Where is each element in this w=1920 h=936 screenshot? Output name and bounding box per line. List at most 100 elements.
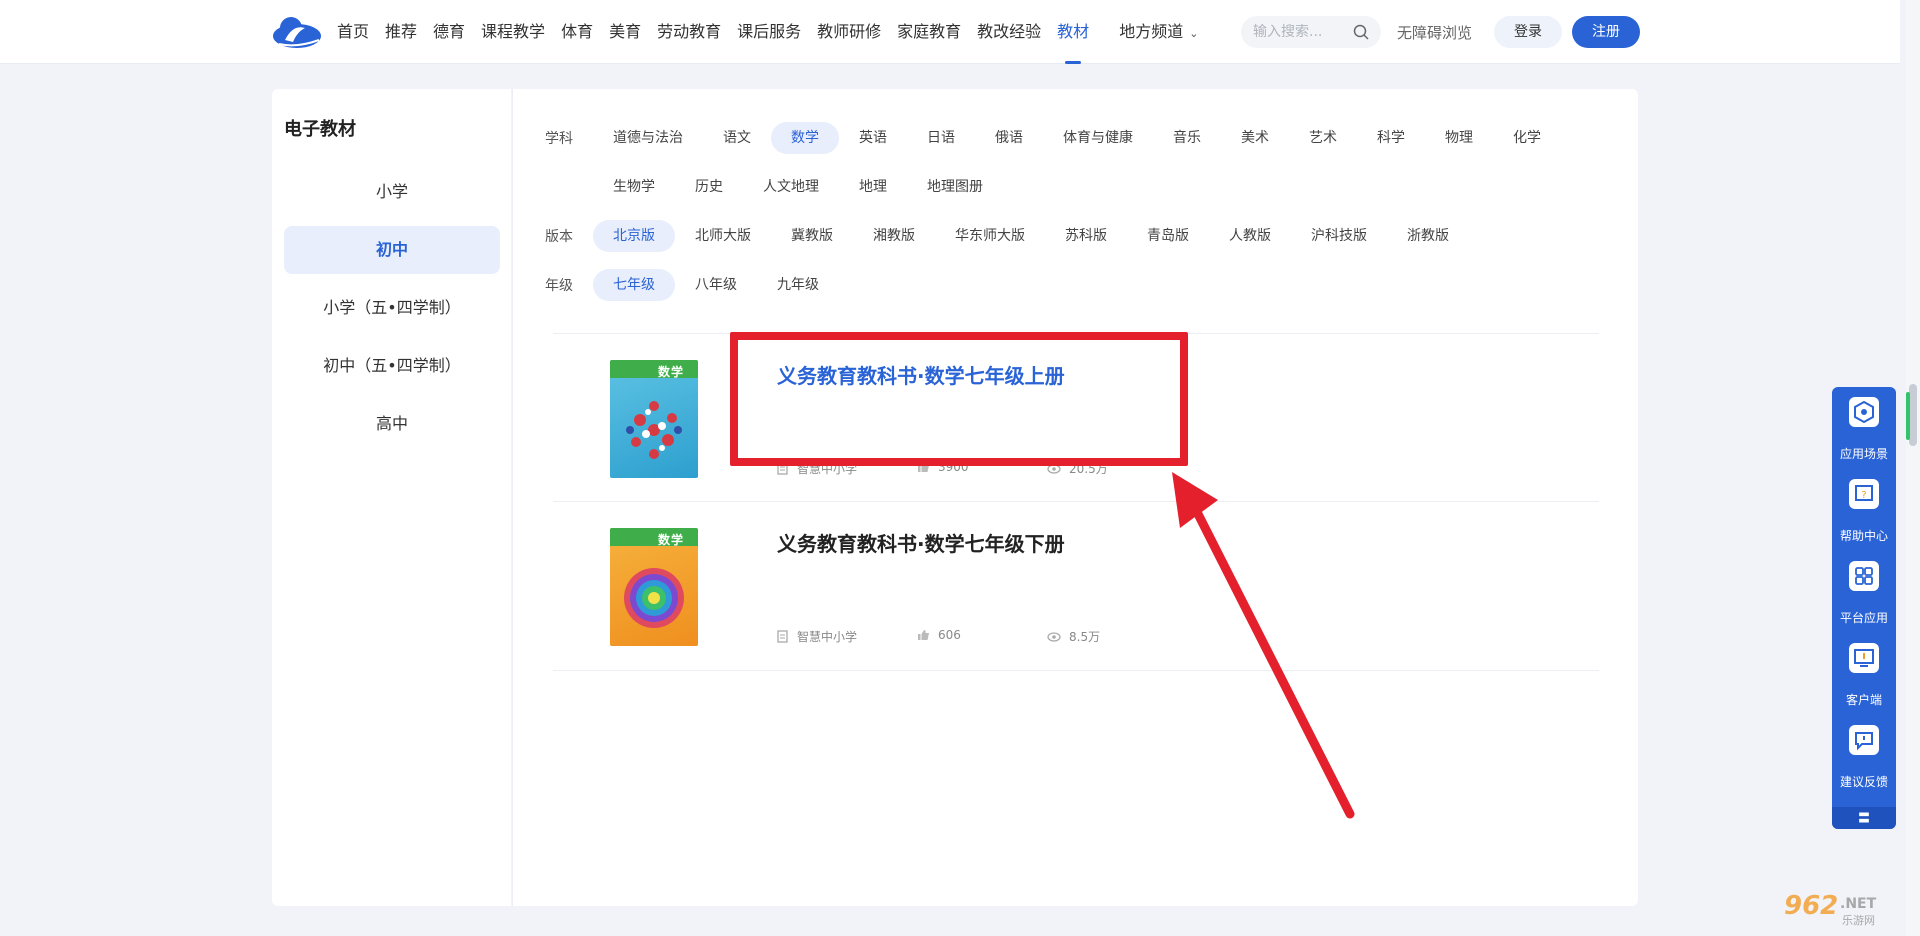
subject-filter-row: 学科 道德与法治 语文 数学 英语 日语 俄语 体育与健康 音乐 美术 艺术 科… [545,122,1561,154]
nav-item-sports[interactable]: 体育 [561,0,593,64]
tool-app-scenes[interactable]: 应用场景 [1832,387,1896,469]
edition-chip[interactable]: 冀教版 [771,220,853,252]
textbook-cover-image[interactable]: 数学 [610,360,698,478]
floating-tools-panel: 应用场景 ? 帮助中心 平台应用 客户端 建议反馈 〓 [1832,387,1896,829]
tool-feedback[interactable]: 建议反馈 [1832,715,1896,797]
views-count: 20.5万 [1069,462,1108,476]
nav-item-moral[interactable]: 德育 [433,0,465,64]
publisher-text: 智慧中小学 [797,630,858,644]
nav-item-local-channel[interactable]: 地方频道 ⌄ [1119,0,1198,64]
list-divider [553,670,1599,671]
tools-collapse-button[interactable]: 〓 [1832,807,1896,829]
nav-item-labor[interactable]: 劳动教育 [657,0,721,64]
sidebar-item-junior[interactable]: 初中 [284,226,500,274]
nav-item-reform[interactable]: 教改经验 [977,0,1041,64]
help-icon: ? [1849,479,1879,509]
cover-title: 数学 [658,533,685,547]
svg-text:?: ? [1861,490,1866,501]
nav-item-course[interactable]: 课程教学 [481,0,545,64]
subject-filter-label: 学科 [545,131,573,147]
subject-chip[interactable]: 体育与健康 [1043,122,1153,154]
thumbs-up-icon [918,630,929,640]
sidebar-title: 电子教材 [284,119,356,140]
grade-chip[interactable]: 八年级 [675,269,757,301]
edition-chip[interactable]: 北师大版 [675,220,771,252]
sidebar-item-senior[interactable]: 高中 [284,400,500,448]
subject-chip[interactable]: 美术 [1221,122,1289,154]
tool-client[interactable]: 客户端 [1832,633,1896,715]
edition-chip[interactable]: 华东师大版 [935,220,1045,252]
publisher-meta: 智慧中小学 [777,628,857,645]
edition-chip[interactable]: 青岛版 [1127,220,1209,252]
grade-chip-selected[interactable]: 七年级 [593,269,675,301]
textbook-title-link[interactable]: 义务教育教科书·数学七年级上册 [777,360,1065,389]
nav-item-family[interactable]: 家庭教育 [897,0,961,64]
nav-item-arts[interactable]: 美育 [609,0,641,64]
register-button[interactable]: 注册 [1572,16,1640,48]
textbook-cover-image[interactable]: 数学 [610,528,698,646]
tool-label: 建议反馈 [1839,775,1888,789]
svg-text:乐游网: 乐游网 [1842,914,1875,927]
subject-chip[interactable]: 科学 [1357,122,1425,154]
scene-icon [1849,397,1879,427]
subject-chip[interactable]: 音乐 [1153,122,1221,154]
subject-chip[interactable]: 日语 [907,122,975,154]
grade-filter-row: 年级 七年级 八年级 九年级 [545,269,839,301]
nav-item-afterschool[interactable]: 课后服务 [737,0,801,64]
tool-help-center[interactable]: ? 帮助中心 [1832,469,1896,551]
cover-band [610,528,698,546]
sidebar: 电子教材 小学 初中 小学（五•四学制） 初中（五•四学制） 高中 [272,89,511,906]
site-logo-icon[interactable] [271,14,323,50]
subject-chip-selected[interactable]: 数学 [771,122,839,154]
document-icon [777,462,788,475]
accessible-browse-link[interactable]: 无障碍浏览 [1397,22,1472,43]
subject-chip[interactable]: 生物学 [593,171,675,203]
subject-chip[interactable]: 道德与法治 [593,122,703,154]
sidebar-item-primary[interactable]: 小学 [284,168,500,216]
views-meta: 20.5万 [1047,460,1108,477]
subject-chip[interactable]: 俄语 [975,122,1043,154]
subject-filter-row-2: 生物学 历史 人文地理 地理 地理图册 [545,171,1003,203]
edition-chip[interactable]: 沪科技版 [1291,220,1387,252]
nav-item-textbooks[interactable]: 教材 [1057,0,1089,64]
subject-chip[interactable]: 语文 [703,122,771,154]
edition-chip[interactable]: 浙教版 [1387,220,1469,252]
tool-label: 帮助中心 [1839,529,1888,543]
textbook-title-link[interactable]: 义务教育教科书·数学七年级下册 [777,528,1065,557]
subject-chip[interactable]: 地理 [839,171,907,203]
apps-icon [1849,561,1879,591]
sidebar-item-junior-54[interactable]: 初中（五•四学制） [284,342,500,390]
scrollbar-thumb[interactable] [1909,384,1917,446]
subject-chip[interactable]: 历史 [675,171,743,203]
search-input[interactable] [1253,16,1353,48]
search-icon[interactable] [1353,24,1369,40]
sidebar-item-primary-54[interactable]: 小学（五•四学制） [284,284,500,332]
login-button[interactable]: 登录 [1494,16,1562,48]
thumbs-up-icon [918,462,929,472]
subject-chip[interactable]: 物理 [1425,122,1493,154]
grade-filter-label: 年级 [545,278,573,294]
subject-chip[interactable]: 艺术 [1289,122,1357,154]
textbook-list-item[interactable]: 数学 义务教育教科书·数学七年级上册 智慧中小学 3900 20.5万 [553,334,1599,502]
nav-item-home[interactable]: 首页 [337,0,369,64]
likes-count: 3900 [938,460,969,474]
nav-item-recommend[interactable]: 推荐 [385,0,417,64]
publisher-meta: 智慧中小学 [777,460,857,477]
page-scrollbar[interactable] [1906,0,1920,936]
grade-chip[interactable]: 九年级 [757,269,839,301]
edition-chip[interactable]: 人教版 [1209,220,1291,252]
subject-chip[interactable]: 地理图册 [907,171,1003,203]
subject-chip[interactable]: 人文地理 [743,171,839,203]
subject-chip[interactable]: 英语 [839,122,907,154]
tool-platform-apps[interactable]: 平台应用 [1832,551,1896,633]
nav-item-teacher-training[interactable]: 教师研修 [817,0,881,64]
edition-chip[interactable]: 苏科版 [1045,220,1127,252]
subject-chip[interactable]: 化学 [1493,122,1561,154]
publisher-text: 智慧中小学 [797,462,858,476]
svg-text:962: 962 [1784,891,1838,921]
eye-icon [1047,463,1061,474]
edition-chip-selected[interactable]: 北京版 [593,220,675,252]
edition-chip[interactable]: 湘教版 [853,220,935,252]
textbook-list-item[interactable]: 数学 义务教育教科书·数学七年级下册 智慧中小学 606 8.5万 [553,502,1599,670]
tool-label: 客户端 [1845,693,1882,707]
